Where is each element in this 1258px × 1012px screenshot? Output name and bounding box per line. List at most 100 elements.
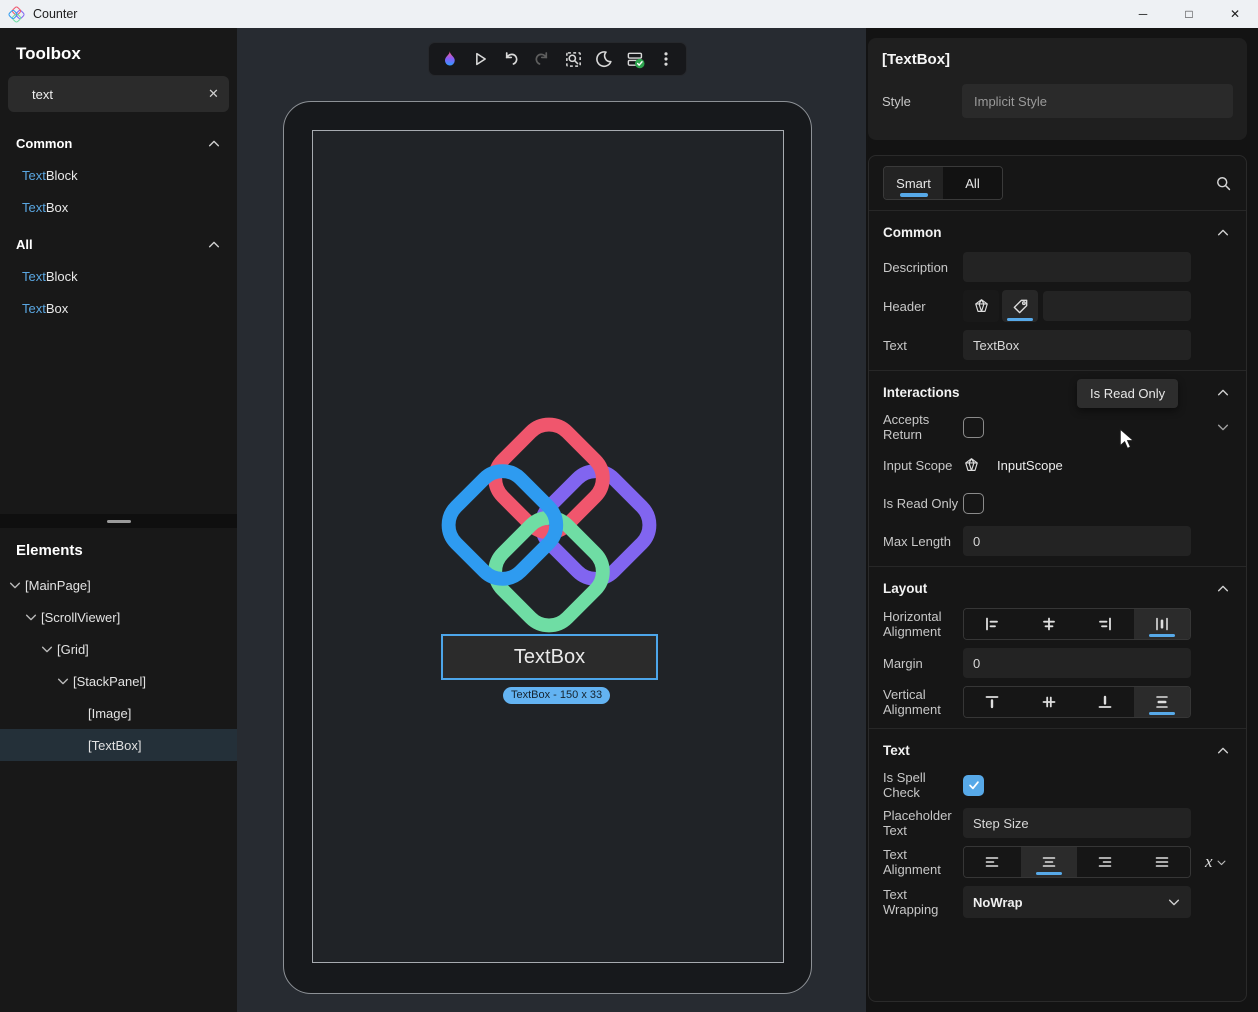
chevron-down-icon[interactable] (8, 578, 22, 592)
section-text: Text Is Spell Check Placeholder Text Tex… (869, 729, 1246, 928)
tree-item-stackpanel[interactable]: [StackPanel] (0, 665, 237, 697)
design-canvas[interactable]: TextBox TextBox - 150 x 33 (237, 28, 866, 1012)
valign-top-button[interactable] (964, 687, 1021, 717)
toolbox-search[interactable]: ✕ (8, 76, 229, 112)
accepts-return-checkbox[interactable] (963, 417, 984, 438)
is-read-only-label: Is Read Only (883, 496, 963, 511)
section-interactions: Interactions Accepts Return Input Scope … (869, 371, 1246, 567)
chevron-up-icon[interactable] (1216, 226, 1230, 240)
header-tag-button[interactable] (1002, 290, 1038, 322)
placeholder-text-input[interactable] (963, 808, 1191, 838)
clear-search-icon[interactable]: ✕ (208, 86, 219, 102)
halign-center-button[interactable] (1021, 609, 1078, 639)
max-length-label: Max Length (883, 534, 963, 549)
play-icon[interactable] (469, 48, 491, 70)
chevron-down-icon[interactable] (24, 610, 38, 624)
tree-item-textbox[interactable]: [TextBox] (0, 729, 237, 761)
section-interactions-title: Interactions (883, 385, 960, 400)
tree-item-scrollviewer[interactable]: [ScrollViewer] (0, 601, 237, 633)
window-titlebar: Counter ─ □ ✕ (0, 0, 1258, 28)
toolbox-item-textblock-all[interactable]: TextBlock (0, 260, 237, 292)
tree-item-image[interactable]: [Image] (0, 697, 237, 729)
app-image-logo[interactable] (435, 411, 663, 639)
chevron-up-icon[interactable] (1216, 744, 1230, 758)
chevron-up-icon[interactable] (1216, 582, 1230, 596)
toolbox-item-textblock[interactable]: TextBlock (0, 159, 237, 191)
elements-title: Elements (0, 534, 237, 559)
toolbox-item-textbox-all[interactable]: TextBox (0, 292, 237, 324)
tab-smart[interactable]: Smart (884, 167, 943, 199)
maximize-button[interactable]: □ (1166, 0, 1212, 28)
valign-stretch-button[interactable] (1134, 687, 1191, 717)
selection-size-badge: TextBox - 150 x 33 (503, 687, 610, 704)
valign-center-button[interactable] (1021, 687, 1078, 717)
talign-justify-button[interactable] (1134, 847, 1191, 877)
talign-left-button[interactable] (964, 847, 1021, 877)
redo-icon[interactable] (531, 48, 553, 70)
section-common: Common Description Header Text (869, 211, 1246, 371)
accepts-return-label: Accepts Return (883, 412, 963, 442)
text-align-right-icon (1097, 854, 1113, 870)
align-right-icon (1097, 616, 1113, 632)
description-input[interactable] (963, 252, 1191, 282)
margin-input[interactable] (963, 648, 1191, 678)
tree-item-mainpage[interactable]: [MainPage] (0, 569, 237, 601)
margin-label: Margin (883, 656, 963, 671)
halign-left-button[interactable] (964, 609, 1021, 639)
elements-panel: Elements [MainPage] [ScrollViewer] [Grid… (0, 528, 237, 1012)
is-read-only-checkbox[interactable] (963, 493, 984, 514)
minimize-button[interactable]: ─ (1120, 0, 1166, 28)
max-length-input[interactable] (963, 526, 1191, 556)
gem-icon[interactable] (963, 457, 980, 474)
toolbox-section-all[interactable]: All (0, 223, 237, 260)
device-screen[interactable]: TextBox TextBox - 150 x 33 (312, 130, 784, 963)
connection-status-icon[interactable] (624, 48, 646, 70)
dark-theme-moon-icon[interactable] (593, 48, 615, 70)
text-label: Text (883, 338, 963, 353)
chevron-up-icon[interactable] (1216, 386, 1230, 400)
header-input[interactable] (1043, 291, 1191, 321)
chevron-up-icon[interactable] (207, 238, 221, 252)
search-properties-icon[interactable] (1215, 175, 1232, 192)
input-scope-value[interactable]: InputScope (997, 458, 1063, 473)
header-label: Header (883, 299, 963, 314)
talign-center-button[interactable] (1021, 847, 1078, 877)
toolbox-search-input[interactable] (32, 87, 208, 102)
canvas-textbox-element[interactable]: TextBox (441, 634, 658, 680)
tab-all[interactable]: All (943, 167, 1002, 199)
tree-item-grid[interactable]: [Grid] (0, 633, 237, 665)
header-binding-gem-button[interactable] (963, 290, 999, 322)
section-common-title: Common (883, 225, 942, 240)
text-wrapping-dropdown[interactable]: NoWrap (963, 886, 1191, 918)
selection-zoom-icon[interactable] (562, 48, 584, 70)
style-input[interactable] (962, 84, 1233, 118)
text-align-left-icon (984, 854, 1000, 870)
hot-reload-flame-icon[interactable] (438, 48, 460, 70)
more-options-kebab-icon[interactable] (655, 48, 677, 70)
input-scope-label: Input Scope (883, 458, 963, 473)
is-read-only-tooltip: Is Read Only (1077, 379, 1178, 408)
markup-extension-button[interactable]: x (1205, 852, 1227, 872)
toolbox-section-common[interactable]: Common (0, 122, 237, 159)
align-vcenter-icon (1041, 694, 1057, 710)
undo-icon[interactable] (500, 48, 522, 70)
halign-right-button[interactable] (1077, 609, 1134, 639)
talign-right-button[interactable] (1077, 847, 1134, 877)
horizontal-alignment-label: Horizontal Alignment (883, 609, 963, 639)
is-spell-check-checkbox[interactable] (963, 775, 984, 796)
close-button[interactable]: ✕ (1212, 0, 1258, 28)
chevron-up-icon[interactable] (207, 137, 221, 151)
panel-splitter[interactable] (0, 514, 237, 528)
halign-stretch-button[interactable] (1134, 609, 1191, 639)
text-input[interactable] (963, 330, 1191, 360)
chevron-down-icon[interactable] (40, 642, 54, 656)
toolbox-item-textbox[interactable]: TextBox (0, 191, 237, 223)
chevron-down-icon (1167, 895, 1181, 909)
chevron-down-icon[interactable] (56, 674, 70, 688)
horizontal-alignment-group (963, 608, 1191, 640)
window-title: Counter (33, 7, 77, 21)
valign-bottom-button[interactable] (1077, 687, 1134, 717)
toolbox-panel: Toolbox ✕ Common TextBlock TextBox All (0, 28, 237, 514)
chevron-down-icon[interactable] (1216, 420, 1230, 434)
app-logo-icon (8, 6, 25, 23)
